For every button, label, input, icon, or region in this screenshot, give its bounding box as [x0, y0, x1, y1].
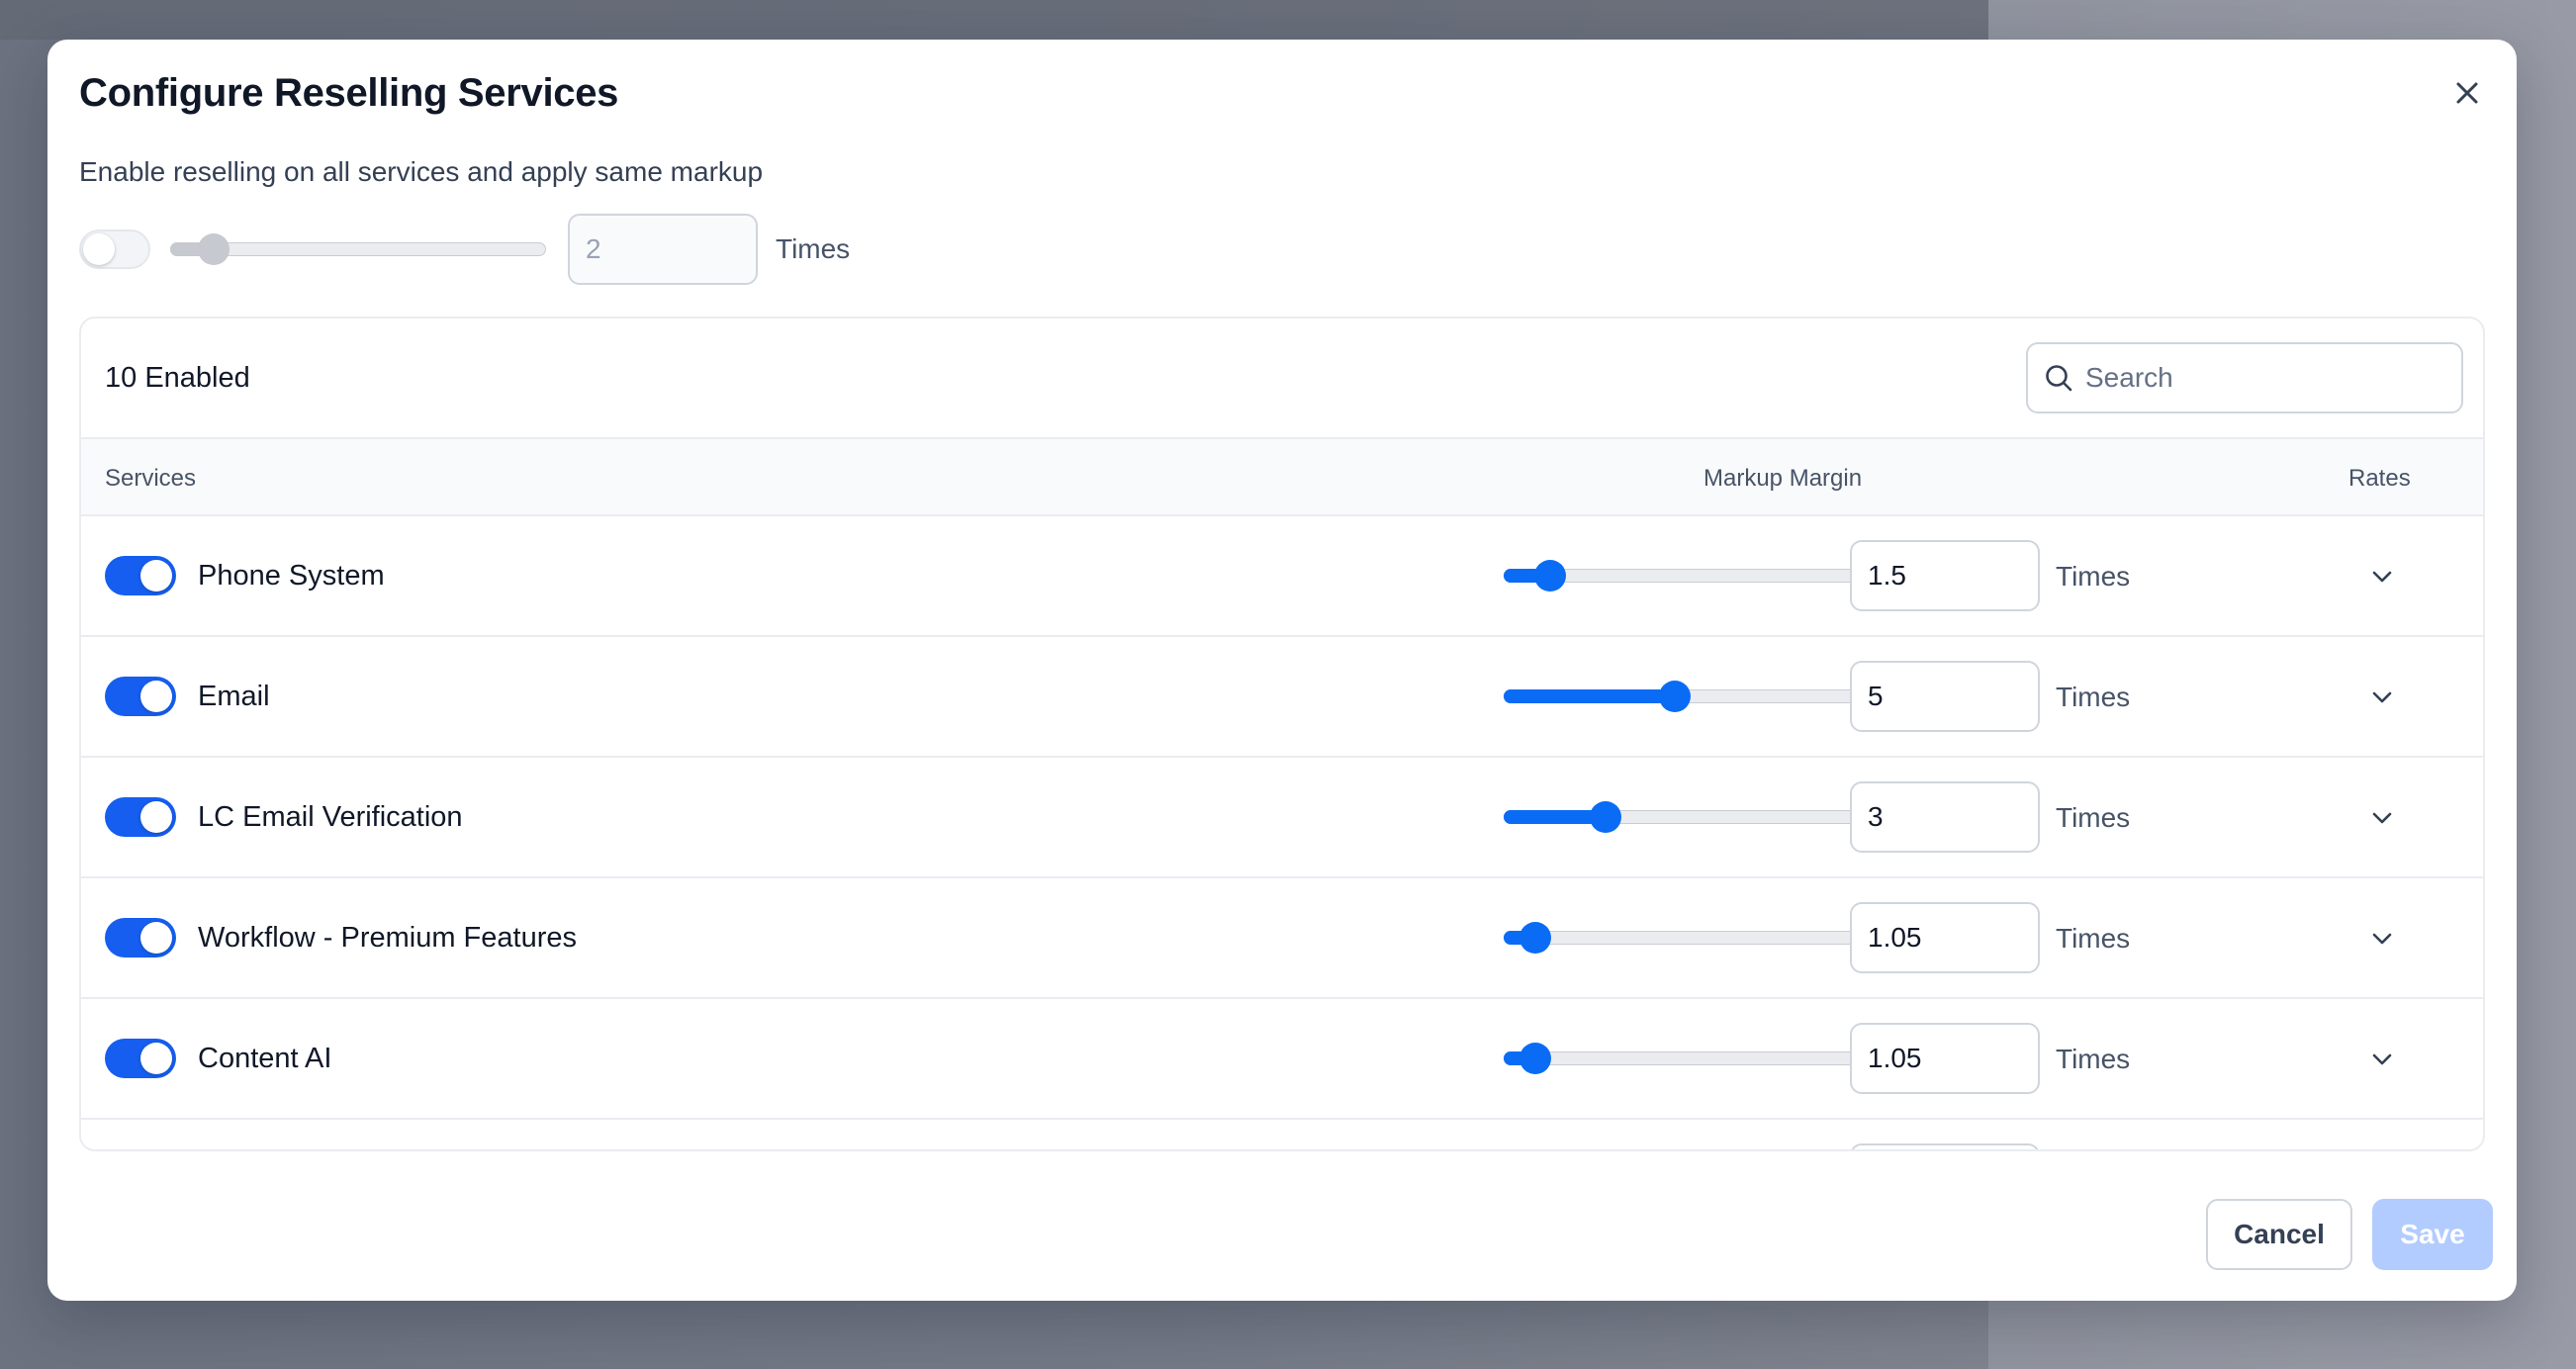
global-markup-row: Times — [79, 214, 850, 285]
service-toggle[interactable] — [105, 918, 176, 958]
markup-slider[interactable] — [1504, 677, 1880, 716]
slider-thumb[interactable] — [1590, 801, 1621, 833]
markup-slider[interactable] — [1504, 556, 1880, 595]
expand-rates-button[interactable] — [2364, 1042, 2400, 1077]
markup-input[interactable] — [1850, 902, 2040, 973]
configure-reselling-modal: Configure Reselling Services Enable rese… — [47, 40, 2517, 1301]
table-row: Phone System Times — [81, 516, 2483, 637]
markup-slider[interactable] — [1504, 1039, 1880, 1078]
service-name: LC Email Verification — [198, 801, 463, 833]
service-name: Workflow - Premium Features — [198, 922, 577, 954]
service-toggle[interactable] — [105, 556, 176, 595]
toggle-knob — [83, 233, 115, 265]
table-row: LC Email Verification Times — [81, 758, 2483, 878]
search-icon — [2046, 365, 2072, 392]
markup-unit: Times — [2056, 923, 2131, 954]
modal-footer: Cancel Save — [2206, 1199, 2493, 1270]
close-button[interactable] — [2441, 67, 2493, 119]
markup-input[interactable] — [1850, 781, 2040, 853]
slider-thumb[interactable] — [197, 233, 230, 265]
search-input[interactable] — [2085, 362, 2441, 394]
service-toggle[interactable] — [105, 797, 176, 837]
table-row: Workflow - Premium Features Times — [81, 878, 2483, 999]
table-row: Content AI Times — [81, 999, 2483, 1120]
chevron-down-icon — [2372, 812, 2392, 824]
service-name: Content AI — [198, 1043, 332, 1074]
chevron-down-icon — [2372, 571, 2392, 583]
table-row: Email Times — [81, 637, 2483, 758]
markup-unit: Times — [2056, 802, 2131, 833]
markup-input-partial — [1850, 1143, 2040, 1149]
chevron-down-icon — [2372, 1053, 2392, 1065]
slider-track — [1504, 931, 1880, 945]
service-toggle[interactable] — [105, 677, 176, 716]
table-header-row: Services Markup Margin Rates — [81, 439, 2483, 516]
slider-thumb[interactable] — [1518, 922, 1551, 954]
markup-unit: Times — [2056, 682, 2131, 712]
toggle-knob — [140, 801, 172, 833]
toggle-knob — [140, 922, 172, 954]
expand-rates-button[interactable] — [2364, 559, 2400, 594]
close-icon — [2456, 82, 2478, 104]
toggle-knob — [140, 681, 172, 712]
services-table: 10 Enabled Services Markup Margin Rates … — [79, 317, 2485, 1151]
expand-rates-button[interactable] — [2364, 800, 2400, 836]
modal-title: Configure Reselling Services — [79, 71, 619, 115]
column-header-markup: Markup Margin — [1703, 465, 1863, 492]
search-field[interactable] — [2026, 342, 2463, 413]
expand-rates-button[interactable] — [2364, 921, 2400, 957]
markup-unit: Times — [2056, 1044, 2131, 1074]
global-markup-unit: Times — [776, 233, 851, 264]
save-button[interactable]: Save — [2372, 1199, 2493, 1270]
column-header-services: Services — [105, 465, 197, 492]
slider-thumb[interactable] — [1658, 681, 1691, 712]
markup-slider[interactable] — [1504, 918, 1880, 958]
slider-thumb[interactable] — [1518, 1043, 1551, 1074]
table-toolbar: 10 Enabled — [81, 319, 2483, 439]
service-name: Email — [198, 681, 270, 712]
modal-subtitle: Enable reselling on all services and app… — [79, 156, 764, 187]
table-row-partial — [81, 1120, 2483, 1149]
service-rows: Phone System Times Email — [81, 516, 2483, 1149]
cancel-button[interactable]: Cancel — [2206, 1199, 2352, 1270]
expand-rates-button[interactable] — [2364, 680, 2400, 715]
global-reselling-toggle[interactable] — [79, 229, 150, 269]
slider-thumb[interactable] — [1534, 560, 1567, 592]
markup-unit: Times — [2056, 561, 2131, 592]
service-toggle[interactable] — [105, 1039, 176, 1078]
service-name: Phone System — [198, 560, 385, 592]
chevron-down-icon — [2372, 691, 2392, 703]
slider-track — [1504, 1051, 1880, 1065]
markup-input[interactable] — [1850, 661, 2040, 732]
toggle-knob — [140, 1043, 172, 1074]
markup-input[interactable] — [1850, 1023, 2040, 1094]
global-markup-slider[interactable] — [170, 229, 546, 269]
column-header-rates: Rates — [2348, 465, 2411, 492]
toggle-knob — [140, 560, 172, 592]
backdrop-header — [0, 0, 1988, 40]
enabled-count: 10 Enabled — [105, 362, 250, 394]
markup-slider[interactable] — [1504, 797, 1880, 837]
global-markup-input[interactable] — [568, 214, 758, 285]
chevron-down-icon — [2372, 933, 2392, 945]
markup-input[interactable] — [1850, 540, 2040, 611]
slider-fill — [1504, 689, 1675, 703]
